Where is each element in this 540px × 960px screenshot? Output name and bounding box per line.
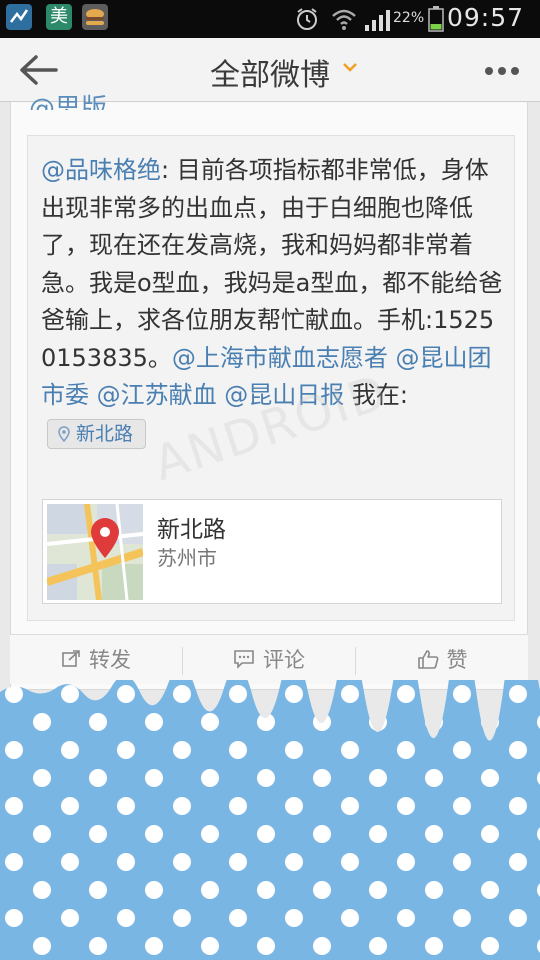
mention-link[interactable]: @江苏献血: [97, 381, 217, 409]
app-icon-1: [6, 4, 32, 30]
mention-link[interactable]: @昆山日报: [224, 381, 344, 409]
battery-icon: [428, 6, 444, 32]
map-city-name: 苏州市: [157, 546, 217, 570]
alarm-icon: [297, 8, 317, 30]
map-place-name: 新北路: [157, 517, 226, 543]
comment-icon: [234, 650, 254, 669]
reposted-content[interactable]: @品味格绝: 目前各项指标都非常低，身体出现非常多的出血点，由于白细胞也降低了，…: [27, 135, 515, 621]
signal-icon: [365, 10, 390, 31]
more-icon[interactable]: [484, 66, 520, 76]
post-body: : 目前各项指标都非常低，身体出现非常多的出血点，由于白细胞也降低了，现在还在发…: [41, 156, 503, 372]
location-pin-icon: [58, 426, 70, 443]
author-mention[interactable]: @品味格绝: [41, 156, 161, 184]
location-card[interactable]: 新北路 苏州市: [42, 499, 502, 604]
like-label: 赞: [446, 648, 468, 672]
status-bar: 美 22% 09:57: [0, 0, 540, 38]
weibo-card: @思版 @品味格绝: 目前各项指标都非常低，身体出现非常多的出血点，由于白细胞也…: [10, 94, 528, 690]
thumbs-up-icon: [417, 650, 438, 669]
comment-button[interactable]: 评论: [183, 635, 355, 685]
repost-icon: [62, 650, 80, 667]
comment-label: 评论: [263, 648, 305, 672]
post-text: @品味格绝: 目前各项指标都非常低，身体出现非常多的出血点，由于白细胞也降低了，…: [41, 152, 503, 452]
location-pill-label: 新北路: [76, 422, 134, 445]
polka-dot-background: [0, 680, 540, 960]
mention-link[interactable]: @上海市献血志愿者: [172, 344, 388, 372]
repost-label: 转发: [89, 648, 131, 672]
clock: 09:57: [446, 3, 524, 32]
like-button[interactable]: 赞: [356, 635, 528, 685]
battery-percent: 22%: [393, 10, 425, 26]
action-bar: 转发 评论 赞: [10, 634, 528, 684]
wifi-icon: [332, 9, 356, 30]
burger-icon: [82, 4, 108, 30]
location-pill[interactable]: 新北路: [47, 418, 147, 449]
map-thumbnail: [47, 504, 143, 600]
repost-button[interactable]: 转发: [10, 635, 182, 685]
mei-icon: 美: [46, 4, 72, 30]
chevron-down-icon[interactable]: [343, 62, 357, 72]
feed: @思版 @品味格绝: 目前各项指标都非常低，身体出现非常多的出血点，由于白细胞也…: [0, 94, 540, 702]
location-prefix: 我在:: [351, 381, 409, 409]
previous-text-fragment: @思版: [29, 94, 108, 110]
